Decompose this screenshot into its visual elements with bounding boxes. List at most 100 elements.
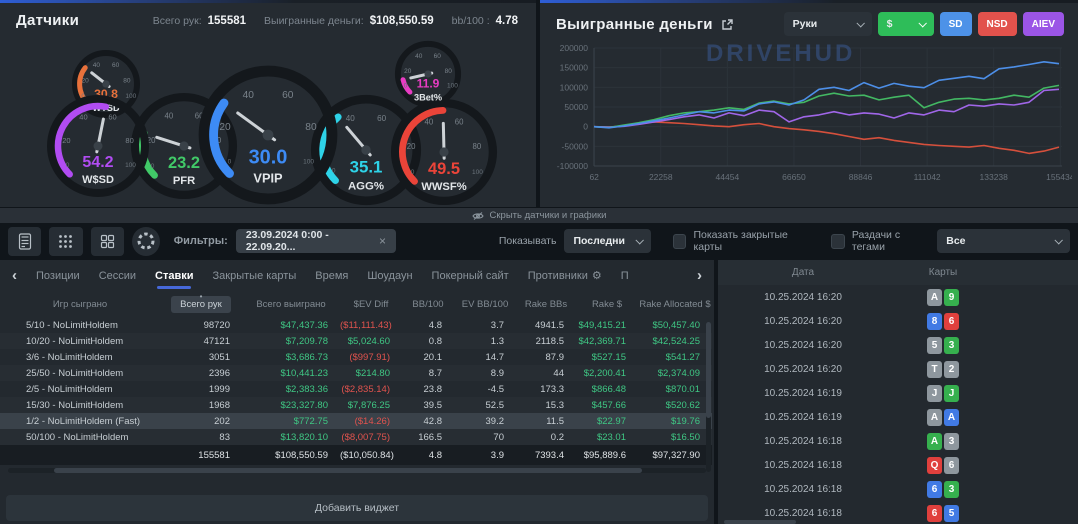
- table-row[interactable]: 1/2 - NoLimitHoldem (Fast)202$772.75($14…: [0, 413, 712, 429]
- currency-select[interactable]: $: [878, 12, 934, 36]
- scroll-right-icon[interactable]: ›: [697, 267, 702, 284]
- table-row[interactable]: 15/30 - NoLimitHoldem1968$23,327.80$7,87…: [0, 397, 712, 413]
- tagged-hands-checkbox[interactable]: [831, 234, 845, 249]
- tab-Закрытые карты[interactable]: Закрытые карты: [213, 270, 297, 282]
- column-header[interactable]: •Всего рук: [160, 291, 242, 317]
- sort-indicator: •: [200, 292, 203, 301]
- svg-text:20: 20: [82, 78, 90, 85]
- close-icon[interactable]: ×: [379, 234, 386, 248]
- column-header[interactable]: Всего выиграно: [242, 291, 340, 317]
- svg-text:80: 80: [123, 78, 131, 85]
- svg-text:3Bet%: 3Bet%: [414, 93, 442, 103]
- tab-Ставки[interactable]: Ставки: [155, 270, 193, 282]
- tab-Время[interactable]: Время: [315, 270, 348, 282]
- tab-Позиции[interactable]: Позиции: [36, 270, 80, 282]
- cell: 52.5: [454, 397, 516, 413]
- scrollbar-thumb[interactable]: [54, 468, 642, 473]
- tab-Шоудаун[interactable]: Шоудаун: [367, 270, 412, 282]
- svg-text:60: 60: [282, 90, 294, 101]
- column-header[interactable]: BB/100: [402, 291, 454, 317]
- hand-row[interactable]: 10.25.2024 16:2053: [718, 333, 1078, 357]
- horizontal-scrollbar[interactable]: [8, 468, 706, 473]
- svg-text:66650: 66650: [782, 172, 806, 182]
- svg-text:20: 20: [62, 136, 70, 145]
- closed-cards-label: Показать закрытые карты: [693, 229, 809, 253]
- tab-Сессии[interactable]: Сессии: [99, 270, 136, 282]
- hand-row[interactable]: 10.25.2024 16:2086: [718, 309, 1078, 333]
- cell: 98720: [160, 317, 242, 333]
- cell: ($2,835.14): [340, 381, 402, 397]
- cell: $2,383.36: [242, 381, 340, 397]
- column-header[interactable]: Rake BBs: [516, 291, 576, 317]
- gear-icon[interactable]: ⚙: [592, 269, 602, 282]
- table-row[interactable]: 25/50 - NoLimitHoldem2396$10,441.23$214.…: [0, 365, 712, 381]
- cell: $3,686.73: [242, 349, 340, 365]
- hand-row[interactable]: 10.25.2024 16:18A3: [718, 429, 1078, 453]
- column-header[interactable]: Rake $: [576, 291, 638, 317]
- svg-text:60: 60: [108, 112, 116, 121]
- scrollbar-thumb[interactable]: [706, 322, 711, 418]
- column-header[interactable]: Rake Allocated $: [638, 291, 712, 317]
- cell: 0.8: [402, 333, 454, 349]
- tab-label: Позиции: [36, 270, 80, 282]
- table-row[interactable]: 10/20 - NoLimitHoldem47121$7,209.78$5,02…: [0, 333, 712, 349]
- hand-row[interactable]: 10.25.2024 16:18Q6: [718, 453, 1078, 477]
- tags-select[interactable]: Все: [937, 229, 1070, 253]
- mode-select[interactable]: Руки: [784, 12, 872, 36]
- column-header[interactable]: EV BB/100: [454, 291, 516, 317]
- cell: 3/6 - NoLimitHoldem: [0, 349, 160, 365]
- show-select[interactable]: Последни: [564, 229, 650, 253]
- tab-П[interactable]: П: [621, 270, 629, 282]
- cell: 2/5 - NoLimitHoldem: [0, 381, 160, 397]
- cell: 1968: [160, 397, 242, 413]
- hand-row[interactable]: 10.25.2024 16:19JJ: [718, 381, 1078, 405]
- toggle-button-nsd[interactable]: NSD: [978, 12, 1017, 36]
- currency-select-value: $: [887, 18, 893, 30]
- hand-row[interactable]: 10.25.2024 16:1863: [718, 477, 1078, 501]
- date-filter-chip[interactable]: 23.09.2024 0:00 - 22.09.20... ×: [236, 229, 396, 253]
- table-row[interactable]: 5/10 - NoLimitHoldem98720$47,437.36($11,…: [0, 317, 712, 333]
- calculator-icon: [18, 233, 32, 250]
- vertical-scrollbar[interactable]: [706, 322, 711, 472]
- svg-text:PFR: PFR: [173, 175, 195, 187]
- poker-chip-button[interactable]: [132, 227, 160, 256]
- add-widget-button[interactable]: Добавить виджет: [6, 495, 708, 521]
- card-badge-heart: Q: [927, 457, 942, 474]
- grid-view-button[interactable]: [49, 227, 82, 256]
- cell: 39.2: [454, 413, 516, 429]
- cell: $7,209.78: [242, 333, 340, 349]
- card-badge-club: J: [944, 385, 959, 402]
- toggle-button-aiev[interactable]: AIEV: [1023, 12, 1064, 36]
- hide-gauges-bar[interactable]: Скрыть датчики и графики: [0, 208, 1078, 223]
- hand-date: 10.25.2024 16:18: [718, 508, 888, 519]
- hand-row[interactable]: 10.25.2024 16:20A9: [718, 285, 1078, 309]
- hands-panel: Дата Карты 10.25.2024 16:20A910.25.2024 …: [718, 260, 1078, 524]
- tab-Противники[interactable]: Противники⚙: [528, 269, 602, 282]
- total-cell: 155581: [160, 445, 242, 465]
- cell: ($11,111.43): [340, 317, 402, 333]
- external-link-icon[interactable]: [721, 18, 734, 31]
- column-header[interactable]: $EV Diff: [340, 291, 402, 317]
- hand-row[interactable]: 10.25.2024 16:19AA: [718, 405, 1078, 429]
- closed-cards-checkbox[interactable]: [673, 234, 687, 249]
- hand-date: 10.25.2024 16:18: [718, 460, 888, 471]
- hide-gauges-label: Скрыть датчики и графики: [490, 210, 607, 221]
- hand-row[interactable]: 10.25.2024 16:20T2: [718, 357, 1078, 381]
- svg-text:0: 0: [66, 162, 70, 169]
- cell: $214.80: [340, 365, 402, 381]
- scroll-left-icon[interactable]: ‹: [12, 267, 17, 284]
- tab-Покерный сайт[interactable]: Покерный сайт: [432, 270, 509, 282]
- cell: $13,820.10: [242, 429, 340, 445]
- table-row[interactable]: 2/5 - NoLimitHoldem1999$2,383.36($2,835.…: [0, 381, 712, 397]
- card-badge-club: 9: [944, 289, 959, 306]
- layout-view-button[interactable]: [91, 227, 124, 256]
- hands-scrollbar-thumb[interactable]: [724, 520, 796, 524]
- table-row[interactable]: 3/6 - NoLimitHoldem3051$3,686.73($997.91…: [0, 349, 712, 365]
- column-header[interactable]: Игр сыграно: [0, 291, 160, 317]
- hole-cards: JJ: [888, 385, 998, 402]
- toggle-button-sd[interactable]: SD: [940, 12, 972, 36]
- cell: ($997.91): [340, 349, 402, 365]
- cell: 50/100 - NoLimitHoldem: [0, 429, 160, 445]
- table-row[interactable]: 50/100 - NoLimitHoldem83$13,820.10($8,00…: [0, 429, 712, 445]
- calculator-button[interactable]: [8, 227, 41, 256]
